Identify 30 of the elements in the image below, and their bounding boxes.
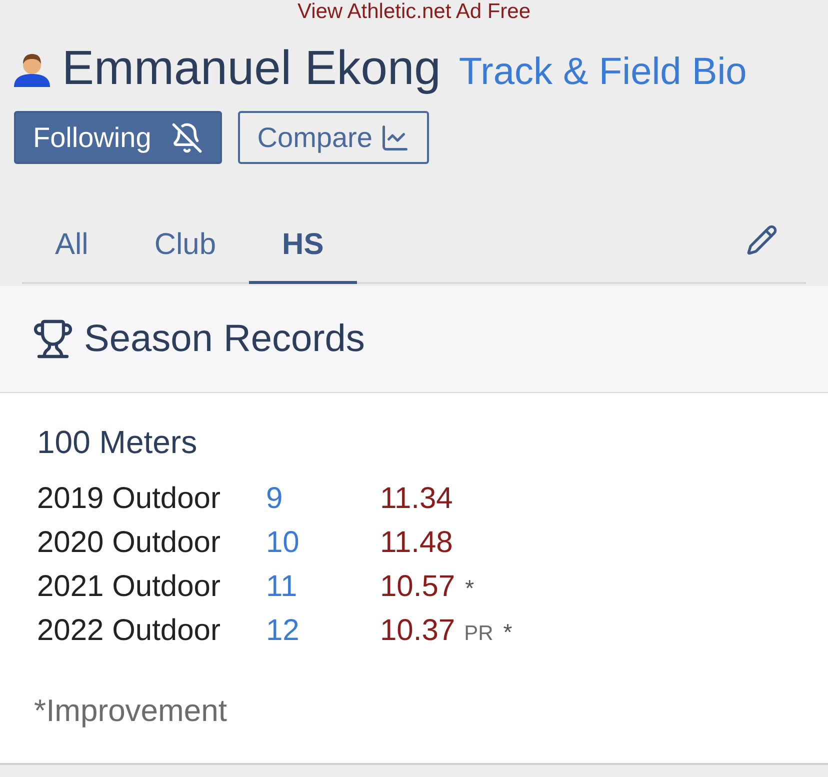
following-button[interactable]: Following — [14, 111, 222, 164]
pencil-icon[interactable] — [746, 224, 778, 256]
compare-button[interactable]: Compare — [238, 111, 430, 164]
grade-link[interactable]: 12 — [266, 609, 300, 653]
bio-link[interactable]: Track & Field Bio — [458, 46, 747, 98]
mark-value: 11.34 — [380, 481, 453, 517]
season-label: 2022 Outdoor — [37, 613, 222, 649]
improvement-mark: * — [465, 574, 474, 603]
trophy-icon — [32, 318, 74, 360]
pr-label: PR — [464, 621, 494, 647]
improvement-mark: * — [503, 618, 512, 647]
mark-value: 10.57 — [380, 569, 456, 605]
section-title: Season Records — [84, 316, 365, 362]
grade-link[interactable]: 10 — [266, 521, 300, 565]
event-name: 100 Meters — [37, 424, 198, 460]
tab[interactable]: Club — [121, 208, 250, 284]
mark-value: 11.48 — [380, 525, 453, 561]
season-label: 2020 Outdoor — [37, 525, 222, 561]
season-label: 2019 Outdoor — [37, 481, 222, 517]
ad-free-link[interactable]: View Athletic.net Ad Free — [297, 0, 531, 24]
grade-link[interactable]: 11 — [266, 565, 298, 609]
grade-link[interactable]: 9 — [266, 477, 283, 521]
tab[interactable]: All — [22, 208, 122, 284]
athlete-name: Emmanuel Ekong — [62, 42, 441, 94]
bell-slash-icon — [171, 122, 204, 154]
line-chart-icon — [380, 122, 410, 152]
person-icon — [12, 53, 52, 87]
season-label: 2021 Outdoor — [37, 569, 222, 605]
footnote: *Improvement — [34, 693, 227, 729]
mark-value: 10.37 — [380, 613, 456, 649]
